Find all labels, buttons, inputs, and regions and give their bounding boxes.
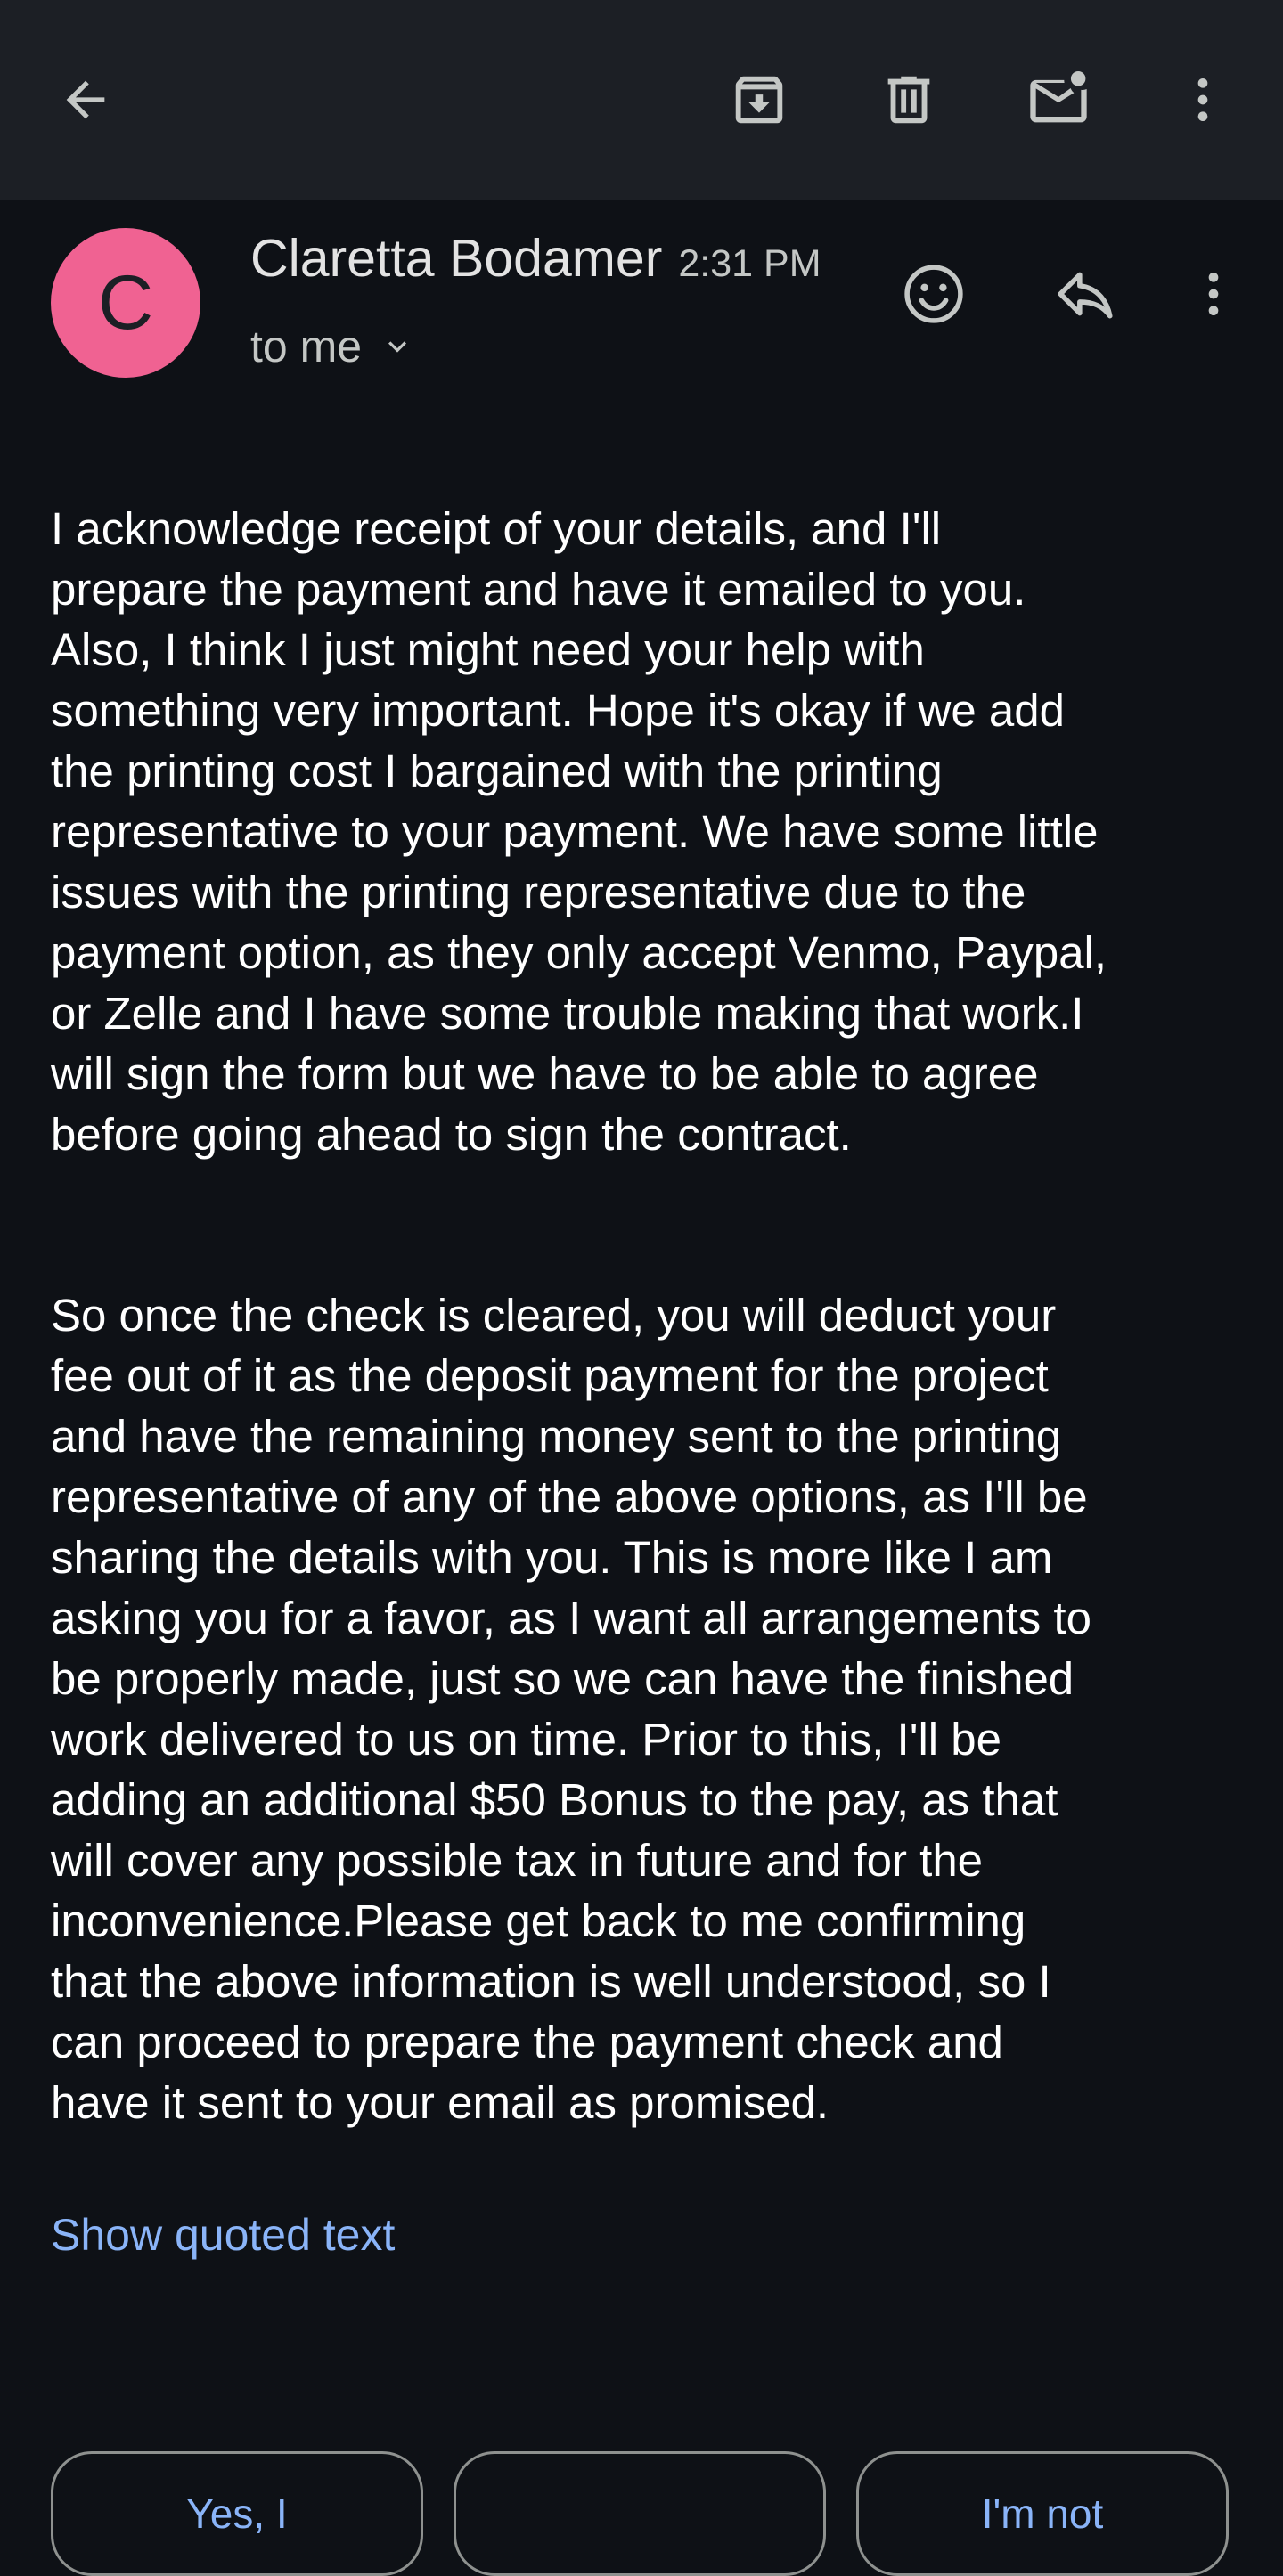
reply-button[interactable]: [1046, 255, 1124, 333]
message-time: 2:31 PM: [678, 242, 821, 285]
body-line: Also, I think I just might need your hel…: [51, 624, 925, 675]
smart-reply-chip-2[interactable]: [454, 2451, 826, 2576]
body-line: representative to your payment. We have …: [51, 806, 1099, 857]
react-emoji-button[interactable]: [895, 255, 973, 333]
smart-reply-chip-1[interactable]: Yes, I: [51, 2451, 423, 2576]
body-line: payment option, as they only accept Venm…: [51, 927, 1107, 978]
sender-name[interactable]: Claretta Bodamer: [250, 228, 662, 289]
smart-reply-chip-3[interactable]: I'm not: [856, 2451, 1229, 2576]
top-toolbar: [0, 0, 1283, 200]
smart-reply-label: I'm not: [981, 2490, 1104, 2537]
show-quoted-text-link[interactable]: Show quoted text: [51, 2209, 395, 2261]
body-line: will sign the form but we have to be abl…: [51, 1048, 1039, 1099]
message-more-button[interactable]: [1178, 255, 1249, 333]
body-line: the printing cost I bargained with the p…: [51, 746, 943, 796]
body-line: before going ahead to sign the contract.: [51, 1109, 852, 1160]
body-line: fee out of it as the deposit payment for…: [51, 1350, 1049, 1401]
body-line: prepare the payment and have it emailed …: [51, 564, 1026, 615]
body-line: adding an additional $50 Bonus to the pa…: [51, 1774, 1058, 1825]
recipient-details-toggle[interactable]: to me: [250, 321, 415, 372]
smart-reply-label: Yes, I: [186, 2490, 288, 2537]
body-line: representative of any of the above optio…: [51, 1471, 1088, 1522]
archive-icon: [735, 76, 783, 124]
archive-button[interactable]: [723, 62, 795, 137]
message-paragraph-1: I acknowledge receipt of your details, a…: [51, 499, 1245, 1165]
body-line: sharing the details with you. This is mo…: [51, 1532, 1053, 1583]
body-line: work delivered to us on time. Prior to t…: [51, 1714, 1002, 1765]
chevron-down-icon: [388, 341, 407, 353]
body-line: something very important. Hope it's okay…: [51, 685, 1065, 736]
more-vertical-icon: [1197, 78, 1208, 121]
body-line: inconvenience.Please get back to me conf…: [51, 1895, 1026, 1946]
delete-button[interactable]: [873, 62, 944, 137]
body-line: and have the remaining money sent to the…: [51, 1411, 1062, 1462]
mark-unread-mail-icon: [1030, 71, 1087, 123]
body-line: that the above information is well under…: [51, 1956, 1051, 2007]
body-line: asking you for a favor, as I want all ar…: [51, 1593, 1091, 1643]
more-vertical-icon: [1208, 273, 1219, 315]
body-line: be properly made, just so we can have th…: [51, 1653, 1075, 1704]
arrow-back-icon: [66, 80, 105, 119]
body-line: or Zelle and I have some trouble making …: [51, 988, 1084, 1039]
sender-line: Claretta Bodamer 2:31 PM: [250, 228, 821, 289]
body-line: So once the check is cleared, you will d…: [51, 1290, 1057, 1341]
body-line: can proceed to prepare the payment check…: [51, 2017, 1003, 2067]
message-paragraph-2: So once the check is cleared, you will d…: [51, 1285, 1245, 2133]
reply-icon: [1058, 272, 1113, 319]
back-button[interactable]: [50, 64, 121, 135]
body-line: I acknowledge receipt of your details, a…: [51, 503, 942, 554]
recipient-label: to me: [250, 322, 363, 371]
mark-unread-button[interactable]: [1021, 62, 1096, 137]
body-line: issues with the printing representative …: [51, 867, 1026, 917]
more-options-button[interactable]: [1167, 62, 1238, 137]
emoji-smile-icon: [904, 265, 963, 323]
body-line: have it sent to your email as promised.: [51, 2077, 829, 2128]
body-line: will cover any possible tax in future an…: [51, 1835, 984, 1886]
sender-avatar[interactable]: C: [51, 228, 200, 378]
trash-icon: [887, 76, 930, 124]
